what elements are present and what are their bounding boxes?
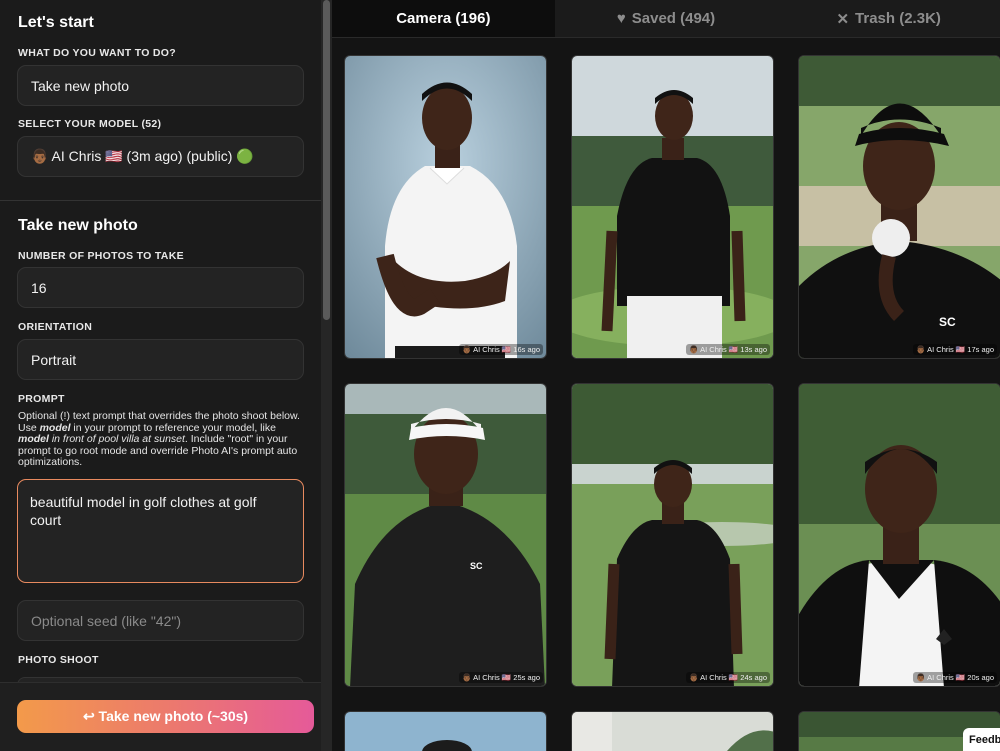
section-divider xyxy=(0,200,321,201)
photo-caption: 👨🏾 AI Chris 🇺🇸 17s ago xyxy=(913,344,997,355)
feedback-button[interactable]: Feedb xyxy=(963,728,1000,751)
photo-card[interactable]: SC 👨🏾 AI Chris 🇺🇸 17s ago xyxy=(798,55,1000,359)
tab-saved-label: Saved (494) xyxy=(631,10,716,27)
photo-shoot-label: PHOTO SHOOT xyxy=(18,654,99,666)
tab-trash-label: Trash (2.3K) xyxy=(855,10,941,27)
lets-start-title: Let's start xyxy=(18,14,94,31)
photo-card[interactable]: 👨🏾 AI Chris 🇺🇸 13s ago xyxy=(571,55,774,359)
svg-text:SC: SC xyxy=(939,315,956,329)
model-label: SELECT YOUR MODEL (52) xyxy=(18,118,162,130)
heart-icon: ♥ xyxy=(616,10,626,27)
help-model-word: model xyxy=(39,421,71,434)
take-photo-button[interactable]: ↩ Take new photo (~30s) xyxy=(17,700,314,733)
photo-image xyxy=(345,56,546,358)
prompt-label: PROMPT xyxy=(18,393,65,405)
help-example: model in front of pool villa at sunset xyxy=(18,433,185,445)
prompt-help-text: Optional (!) text prompt that overrides … xyxy=(18,410,308,469)
orientation-label: ORIENTATION xyxy=(18,321,93,333)
photo-image: SC xyxy=(799,56,1000,358)
photo-caption: 👨🏾 AI Chris 🇺🇸 24s ago xyxy=(686,672,770,683)
help-example-model: model xyxy=(18,433,49,446)
count-label: NUMBER OF PHOTOS TO TAKE xyxy=(18,250,184,262)
photo-caption: 👨🏾 AI Chris 🇺🇸 20s ago xyxy=(913,672,997,683)
photo-card[interactable]: 👨🏾 AI Chris 🇺🇸 20s ago xyxy=(798,383,1000,687)
photo-image xyxy=(572,384,773,686)
photo-image xyxy=(572,712,773,751)
photo-caption: 👨🏾 AI Chris 🇺🇸 25s ago xyxy=(459,672,543,683)
photo-card[interactable]: 👨🏾 AI Chris 🇺🇸 16s ago xyxy=(344,55,547,359)
count-input[interactable]: 16 xyxy=(17,267,304,308)
photo-image xyxy=(572,56,773,358)
svg-text:SC: SC xyxy=(470,561,483,571)
take-photo-title: Take new photo xyxy=(18,217,138,234)
model-select[interactable]: 👨🏾 AI Chris 🇺🇸 (3m ago) (public) 🟢 xyxy=(17,136,304,177)
what-label: WHAT DO YOU WANT TO DO? xyxy=(18,47,176,59)
tab-camera-label: Camera (196) xyxy=(396,10,491,27)
orientation-select[interactable]: Portrait xyxy=(17,339,304,380)
what-select[interactable]: Take new photo xyxy=(17,65,304,106)
tab-camera[interactable]: Camera (196) xyxy=(332,0,555,37)
photo-image xyxy=(799,384,1000,686)
photo-card[interactable]: 👨🏾 AI Chris 🇺🇸 24s ago xyxy=(571,383,774,687)
sidebar: Let's start WHAT DO YOU WANT TO DO? Take… xyxy=(0,0,332,751)
photo-image xyxy=(345,712,546,751)
photo-caption: 👨🏾 AI Chris 🇺🇸 13s ago xyxy=(686,344,770,355)
help-part-2: in your prompt to reference your model, … xyxy=(70,421,276,434)
gallery-tabs: Camera (196) ♥ Saved (494) ✕ Trash (2.3K… xyxy=(332,0,1000,38)
photo-grid: 👨🏾 AI Chris 🇺🇸 16s ago 👨🏾 AI Chris 🇺🇸 13… xyxy=(332,38,1000,751)
photo-card[interactable] xyxy=(344,711,547,751)
seed-input[interactable]: Optional seed (like "42") xyxy=(17,600,304,641)
photo-caption: 👨🏾 AI Chris 🇺🇸 16s ago xyxy=(459,344,543,355)
help-example-text: in front of pool villa at sunset xyxy=(48,433,185,446)
app: Let's start WHAT DO YOU WANT TO DO? Take… xyxy=(0,0,1000,751)
prompt-textarea[interactable]: beautiful model in golf clothes at golf … xyxy=(17,479,304,583)
tab-trash[interactable]: ✕ Trash (2.3K) xyxy=(777,0,1000,37)
photo-card[interactable] xyxy=(571,711,774,751)
close-icon: ✕ xyxy=(836,10,850,28)
photo-image: SC xyxy=(345,384,546,686)
sidebar-scroll-thumb[interactable] xyxy=(323,0,330,320)
tab-saved[interactable]: ♥ Saved (494) xyxy=(555,0,778,37)
photo-card[interactable]: SC 👨🏾 AI Chris 🇺🇸 25s ago xyxy=(344,383,547,687)
